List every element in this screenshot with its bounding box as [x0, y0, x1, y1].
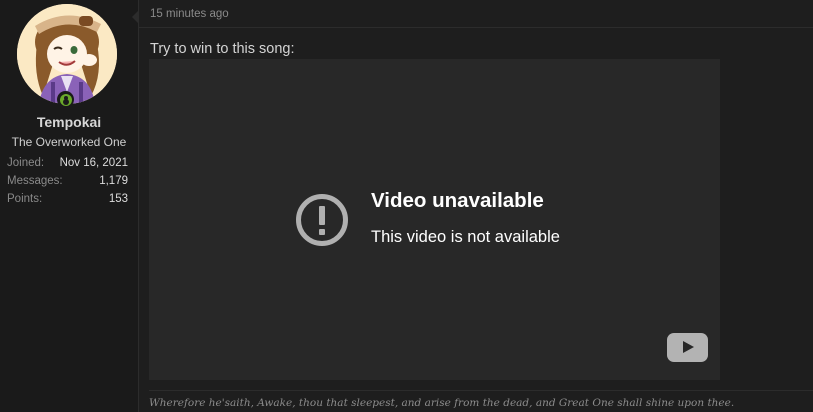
stat-label: Messages: [7, 175, 63, 187]
video-embed[interactable]: Video unavailable This video is not avai… [149, 59, 720, 380]
user-info-column: Tempokai The Overworked One Joined: Nov … [0, 0, 139, 412]
stat-joined: Joined: Nov 16, 2021 [7, 154, 128, 172]
stat-value[interactable]: 153 [109, 190, 128, 208]
video-unavailable-title: Video unavailable [371, 189, 544, 212]
signature-divider [149, 390, 813, 391]
stat-value[interactable]: 1,179 [99, 172, 128, 190]
avatar[interactable] [17, 4, 117, 104]
stat-label: Points: [7, 193, 43, 205]
post-timestamp[interactable]: 15 minutes ago [150, 8, 229, 20]
video-unavailable-subtitle: This video is not available [371, 228, 560, 246]
youtube-icon[interactable] [667, 333, 708, 362]
user-stats: Joined: Nov 16, 2021 Messages: 1,179 Poi… [7, 154, 128, 208]
avatar-image [17, 4, 117, 104]
online-status-icon [57, 91, 74, 108]
signature-text: Wherefore he'saith, Awake, thou that sle… [149, 397, 735, 409]
message-body-text: Try to win to this song: [150, 41, 295, 57]
stat-points: Points: 153 [7, 190, 128, 208]
user-title: The Overworked One [11, 135, 127, 149]
message-pointer-arrow [132, 10, 139, 24]
stat-messages: Messages: 1,179 [7, 172, 128, 190]
message-header: 15 minutes ago [139, 0, 813, 28]
stat-value: Nov 16, 2021 [59, 157, 128, 169]
username[interactable]: Tempokai [0, 114, 138, 130]
exclamation-circle-icon [296, 194, 348, 246]
stat-label: Joined: [7, 157, 45, 169]
forum-post: Tempokai The Overworked One Joined: Nov … [0, 0, 813, 412]
